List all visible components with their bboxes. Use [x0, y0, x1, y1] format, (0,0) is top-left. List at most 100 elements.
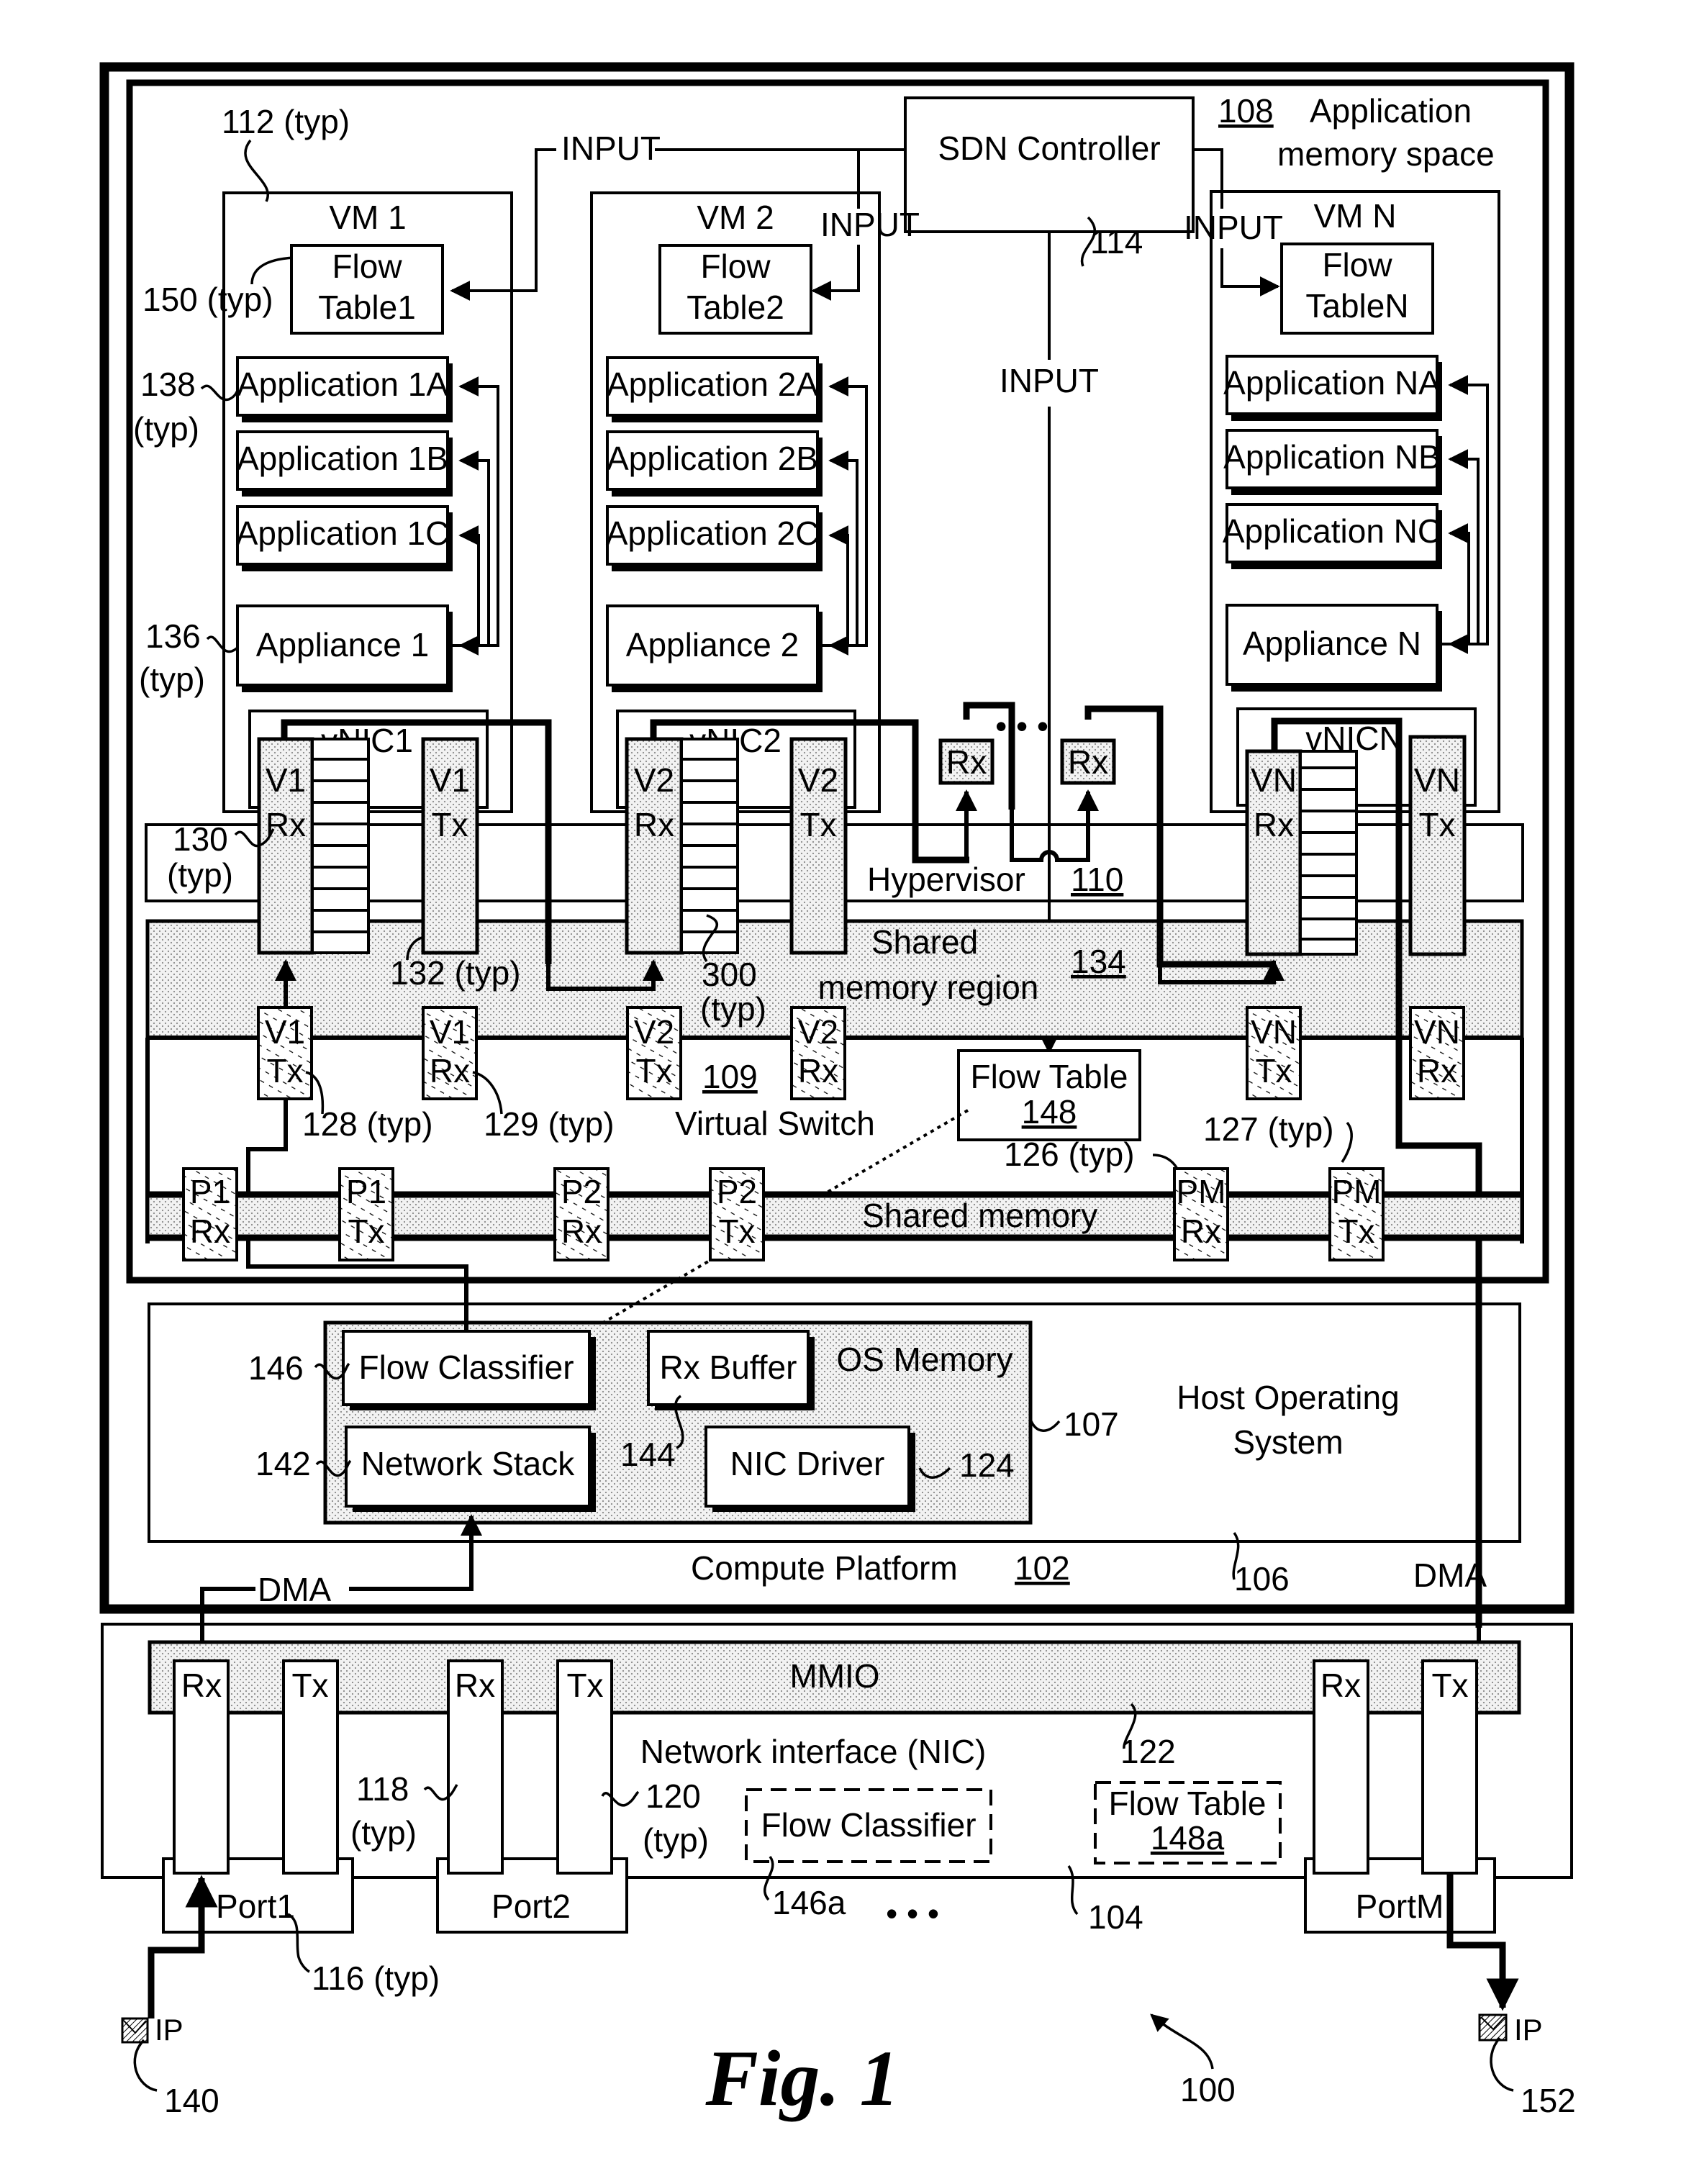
nic-driver[interactable]: NIC Driver [704, 1426, 915, 1512]
vm1-application-1c[interactable]: Application 1C [236, 505, 453, 571]
network-stack[interactable]: Network Stack [345, 1426, 596, 1512]
mmio-ref: 122 [1120, 1733, 1176, 1770]
input-label-vm2: INPUT [820, 206, 920, 243]
vport-v2-tx[interactable]: V2 Tx [626, 1006, 682, 1100]
svg-text:PortM: PortM [1356, 1888, 1444, 1925]
vm1-application-1b[interactable]: Application 1B [236, 430, 453, 497]
shared-memory-region-line1: Shared [871, 923, 978, 961]
svg-text:Tx: Tx [291, 1667, 328, 1704]
flow-classifier-ref: 146 [248, 1349, 304, 1387]
vm2-tx-queue[interactable]: V2 Tx [789, 737, 848, 955]
hypervisor-rx-box-1[interactable]: Rx [938, 738, 995, 785]
vmn-flow-table[interactable]: Flow TableN [1280, 243, 1434, 335]
nic-flow-table[interactable]: Flow Table 148a [1094, 1781, 1282, 1864]
tx-queue-ref-120: 120 [645, 1777, 701, 1815]
vport-v1-tx[interactable]: V1 Tx [257, 1006, 313, 1100]
vm-2: VM 2 Flow Table2 Application 2A Applicat… [590, 191, 881, 813]
os-memory-label: OS Memory [836, 1341, 1012, 1378]
figure-caption: Fig. 1 [705, 2034, 900, 2122]
flow-table-ref-150: 150 (typ) [142, 281, 273, 318]
svg-text:Tx: Tx [1255, 1052, 1292, 1089]
vm1-title: VM 1 [329, 199, 406, 236]
vm1-flow-table[interactable]: Flow Table1 [290, 244, 444, 335]
nic-port1-tx-queue[interactable]: Tx [282, 1659, 339, 1875]
host-os-label-1: Host Operating [1177, 1379, 1399, 1416]
vport-v2-rx[interactable]: V2 Rx [790, 1006, 846, 1100]
nic-port1-rx-queue[interactable]: Rx [173, 1659, 230, 1875]
vm1-appliance-1[interactable]: Appliance 1 [236, 604, 453, 692]
vmn-application-na[interactable]: Application NA [1223, 355, 1442, 421]
vswitch-flow-table[interactable]: Flow Table 148 [957, 1049, 1141, 1141]
pport-p1-rx[interactable]: P1 Rx [182, 1167, 238, 1261]
pport-p2-rx[interactable]: P2 Rx [553, 1167, 610, 1261]
nic-portm-tx-queue[interactable]: Tx [1421, 1659, 1478, 1875]
svg-text:Rx: Rx [181, 1667, 222, 1704]
ref-130: 130 [173, 820, 228, 858]
rx-buffer[interactable]: Rx Buffer [647, 1330, 815, 1410]
svg-text:Rx: Rx [1254, 806, 1294, 843]
ip-packet-out[interactable]: IP [1478, 2013, 1543, 2047]
vm-ref-112: 112 (typ) [222, 103, 350, 140]
vm2-application-2a[interactable]: Application 2A [606, 356, 823, 422]
app-memory-label-2: memory space [1277, 135, 1495, 173]
rx-queue-ref-118: 118 [356, 1770, 409, 1808]
nic-flow-classifier-ref: 146a [772, 1884, 846, 1921]
svg-text:Appliance N: Appliance N [1243, 625, 1421, 662]
svg-text:Rx: Rx [1181, 1213, 1221, 1250]
vport-vn-tx[interactable]: VN Tx [1246, 1006, 1302, 1100]
vm2-title: VM 2 [697, 199, 774, 236]
pport-p1-tx[interactable]: P1 Tx [338, 1167, 394, 1261]
nic-port2-tx-queue[interactable]: Tx [556, 1659, 613, 1875]
svg-text:Table1: Table1 [318, 289, 416, 326]
shared-memory-region-ref: 134 [1071, 943, 1126, 980]
svg-text:Flow: Flow [332, 248, 402, 285]
hypervisor-label: Hypervisor [867, 861, 1025, 898]
pport-p2-tx[interactable]: P2 Tx [709, 1167, 765, 1261]
vmn-tx-queue[interactable]: VN Tx [1408, 735, 1467, 956]
vport-v1-rx[interactable]: V1 Rx [422, 1006, 478, 1100]
app-memory-ref: 108 [1218, 92, 1274, 130]
hypervisor-ellipsis: • • • [995, 707, 1048, 745]
svg-text:V1: V1 [266, 761, 306, 799]
svg-text:Appliance 1: Appliance 1 [256, 626, 429, 663]
network-stack-ref: 142 [255, 1445, 311, 1482]
vm2-flow-table[interactable]: Flow Table2 [658, 244, 812, 335]
vm2-rx-queue[interactable]: V2 Rx [625, 737, 739, 955]
vmn-application-nb[interactable]: Application NB [1223, 429, 1442, 495]
ref-127: 127 (typ) [1203, 1110, 1334, 1148]
ip-packet-in-label: IP [155, 2013, 184, 2047]
vm1-tx-queue[interactable]: V1 Tx [421, 737, 479, 955]
svg-text:V2: V2 [634, 761, 674, 799]
vm1-rx-queue[interactable]: V1 Rx [257, 737, 370, 955]
vmn-rx-queue[interactable]: VN Rx [1245, 749, 1358, 956]
vmn-application-nc[interactable]: Application NC [1223, 503, 1442, 569]
vport-vn-rx[interactable]: VN Rx [1409, 1006, 1465, 1100]
virtual-switch-ref: 109 [702, 1058, 758, 1095]
sdn-controller[interactable]: SDN Controller [904, 96, 1195, 233]
nic-port2-rx-queue[interactable]: Rx [447, 1659, 504, 1875]
nic-portm-rx-queue[interactable]: Rx [1313, 1659, 1369, 1875]
pport-pm-rx[interactable]: PM Rx [1173, 1167, 1229, 1261]
vm2-application-2b[interactable]: Application 2B [606, 430, 823, 497]
vm1-application-1a[interactable]: Application 1A [236, 356, 453, 422]
svg-text:Tx: Tx [1418, 806, 1455, 843]
nic-flow-classifier[interactable]: Flow Classifier [745, 1788, 992, 1863]
rx-buffer-ref: 144 [620, 1436, 676, 1473]
svg-text:V2: V2 [634, 1013, 674, 1051]
svg-text:Flow Classifier: Flow Classifier [761, 1806, 976, 1844]
ref-129: 129 (typ) [484, 1105, 615, 1143]
flow-classifier[interactable]: Flow Classifier [342, 1330, 596, 1410]
input-label-top: INPUT [561, 130, 661, 167]
svg-text:Tx: Tx [266, 1052, 303, 1089]
vmn-appliance-n[interactable]: Appliance N [1225, 604, 1442, 692]
svg-text:V1: V1 [265, 1013, 305, 1051]
svg-text:Tx: Tx [348, 1213, 384, 1250]
vm2-application-2c[interactable]: Application 2C [606, 505, 823, 571]
svg-text:P1: P1 [346, 1173, 386, 1210]
svg-text:Application 2C: Application 2C [606, 515, 820, 552]
vm2-appliance-2[interactable]: Appliance 2 [606, 604, 823, 692]
app-memory-label-1: Application [1310, 92, 1472, 130]
svg-text:Rx Buffer: Rx Buffer [660, 1349, 797, 1386]
pport-pm-tx[interactable]: PM Tx [1328, 1167, 1385, 1261]
hypervisor-rx-box-2[interactable]: Rx [1060, 738, 1116, 785]
